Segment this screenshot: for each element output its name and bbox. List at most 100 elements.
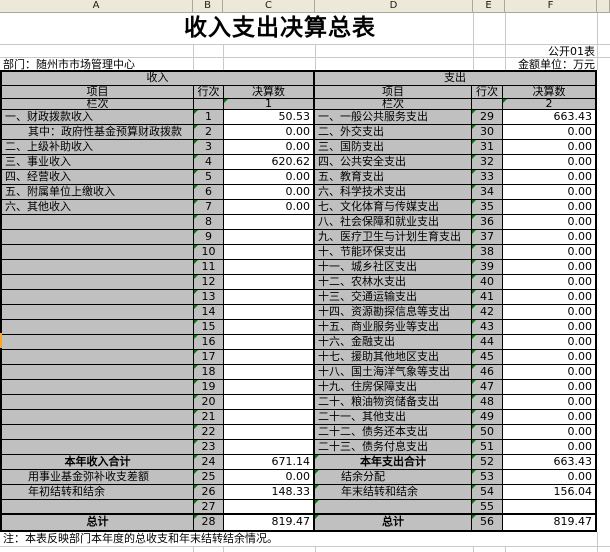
income-line-number-cell[interactable]: 15 <box>194 320 224 335</box>
income-amount-cell[interactable] <box>224 380 315 395</box>
income-item-cell[interactable] <box>2 290 194 305</box>
expense-item-cell[interactable]: 十、节能环保支出 <box>315 245 472 260</box>
expense-item-cell[interactable]: 十三、交通运输支出 <box>315 290 472 305</box>
income-amount-cell[interactable]: 671.14 <box>224 455 315 470</box>
column-header-d[interactable]: D <box>315 0 473 12</box>
income-line-number-cell[interactable]: 14 <box>194 305 224 320</box>
income-line-number-cell[interactable]: 16 <box>194 335 224 350</box>
income-item-cell[interactable] <box>2 380 194 395</box>
income-amount-cell[interactable] <box>224 425 315 440</box>
income-amount-cell[interactable] <box>224 335 315 350</box>
expense-item-cell[interactable]: 十八、国土海洋气象等支出 <box>315 365 472 380</box>
expense-amount-cell[interactable]: 0.00 <box>503 320 595 335</box>
expense-line-number-cell[interactable]: 36 <box>472 215 503 230</box>
income-lanci-label[interactable]: 栏次 <box>2 99 194 110</box>
expense-column-number[interactable]: 2 <box>503 99 595 110</box>
expense-item-cell[interactable]: 二、外交支出 <box>315 125 472 140</box>
income-section-header[interactable]: 收入 <box>2 72 315 86</box>
income-item-cell[interactable] <box>2 260 194 275</box>
footnote[interactable]: 注：本表反映部门本年度的总收支和年末结转结余情况。 <box>0 532 597 546</box>
income-line-number-cell[interactable]: 13 <box>194 290 224 305</box>
income-item-cell[interactable] <box>2 230 194 245</box>
expense-item-cell[interactable]: 一、一般公共服务支出 <box>315 110 472 125</box>
expense-line-column-label[interactable]: 行次 <box>472 86 503 99</box>
expense-line-number-cell[interactable]: 30 <box>472 125 503 140</box>
income-amount-cell[interactable]: 819.47 <box>224 515 315 530</box>
income-amount-cell[interactable] <box>224 305 315 320</box>
expense-line-number-cell[interactable]: 33 <box>472 170 503 185</box>
income-line-number-cell[interactable]: 27 <box>194 500 224 515</box>
expense-line-number-cell[interactable]: 50 <box>472 425 503 440</box>
income-line-number-cell[interactable]: 20 <box>194 395 224 410</box>
income-amount-cell[interactable] <box>224 290 315 305</box>
column-header-f[interactable]: F <box>505 0 597 12</box>
expense-item-cell[interactable]: 七、文化体育与传媒支出 <box>315 200 472 215</box>
expense-item-cell[interactable]: 二十二、债务还本支出 <box>315 425 472 440</box>
expense-amount-column-label[interactable]: 决算数 <box>503 86 595 99</box>
expense-amount-cell[interactable]: 0.00 <box>503 125 595 140</box>
income-amount-cell[interactable] <box>224 215 315 230</box>
expense-item-cell[interactable]: 二十、粮油物资储备支出 <box>315 395 472 410</box>
expense-amount-cell[interactable]: 0.00 <box>503 215 595 230</box>
income-item-cell[interactable]: 三、事业收入 <box>2 155 194 170</box>
expense-item-cell[interactable]: 五、教育支出 <box>315 170 472 185</box>
income-amount-cell[interactable]: 620.62 <box>224 155 315 170</box>
income-item-cell[interactable] <box>2 440 194 455</box>
expense-item-cell[interactable]: 十一、城乡社区支出 <box>315 260 472 275</box>
expense-item-cell[interactable]: 十五、商业服务业等支出 <box>315 320 472 335</box>
income-amount-cell[interactable] <box>224 350 315 365</box>
expense-item-cell[interactable] <box>315 500 472 515</box>
column-header-b[interactable]: B <box>193 0 223 12</box>
expense-amount-cell[interactable]: 819.47 <box>503 515 595 530</box>
income-amount-cell[interactable]: 0.00 <box>224 470 315 485</box>
income-item-cell[interactable] <box>2 245 194 260</box>
expense-amount-cell[interactable]: 0.00 <box>503 365 595 380</box>
expense-line-number-cell[interactable]: 46 <box>472 365 503 380</box>
expense-line-number-cell[interactable]: 32 <box>472 155 503 170</box>
expense-item-column-label[interactable]: 项目 <box>315 86 472 99</box>
income-line-number-cell[interactable]: 11 <box>194 260 224 275</box>
expense-line-number-cell[interactable]: 48 <box>472 395 503 410</box>
expense-line-number-cell[interactable]: 45 <box>472 350 503 365</box>
expense-amount-cell[interactable]: 0.00 <box>503 305 595 320</box>
expense-line-number-cell[interactable]: 42 <box>472 305 503 320</box>
income-item-cell[interactable]: 用事业基金弥补收支差额 <box>2 470 194 485</box>
expense-amount-cell[interactable]: 0.00 <box>503 440 595 455</box>
expense-item-cell[interactable]: 十六、金融支出 <box>315 335 472 350</box>
income-line-number-cell[interactable]: 7 <box>194 200 224 215</box>
income-line-number-cell[interactable]: 22 <box>194 425 224 440</box>
expense-line-number-cell[interactable]: 47 <box>472 380 503 395</box>
expense-item-cell[interactable]: 三、国防支出 <box>315 140 472 155</box>
income-amount-cell[interactable]: 50.53 <box>224 110 315 125</box>
expense-amount-cell[interactable]: 0.00 <box>503 335 595 350</box>
expense-amount-cell[interactable]: 0.00 <box>503 410 595 425</box>
income-item-cell[interactable] <box>2 275 194 290</box>
column-header-c[interactable]: C <box>223 0 315 12</box>
expense-item-cell[interactable]: 本年支出合计 <box>315 455 472 470</box>
income-amount-column-label[interactable]: 决算数 <box>224 86 315 99</box>
expense-line-number-cell[interactable]: 31 <box>472 140 503 155</box>
income-line-number-cell[interactable]: 1 <box>194 110 224 125</box>
expense-line-number-cell[interactable]: 38 <box>472 245 503 260</box>
expense-line-number-cell[interactable]: 37 <box>472 230 503 245</box>
expense-amount-cell[interactable]: 0.00 <box>503 290 595 305</box>
expense-amount-cell[interactable]: 0.00 <box>503 155 595 170</box>
expense-lanci-line-cell[interactable] <box>472 99 503 110</box>
sheet-title[interactable]: 收入支出决算总表 <box>0 13 560 44</box>
expense-item-cell[interactable]: 十七、援助其他地区支出 <box>315 350 472 365</box>
expense-lanci-label[interactable]: 栏次 <box>315 99 472 110</box>
income-item-column-label[interactable]: 项目 <box>2 86 194 99</box>
income-item-cell[interactable]: 总计 <box>2 515 194 530</box>
expense-line-number-cell[interactable]: 55 <box>472 500 503 515</box>
income-item-cell[interactable] <box>2 320 194 335</box>
expense-item-cell[interactable]: 十四、资源勘探信息等支出 <box>315 305 472 320</box>
income-line-number-cell[interactable]: 2 <box>194 125 224 140</box>
expense-line-number-cell[interactable]: 56 <box>472 515 503 530</box>
expense-line-number-cell[interactable]: 54 <box>472 485 503 500</box>
income-amount-cell[interactable] <box>224 500 315 515</box>
income-amount-cell[interactable] <box>224 230 315 245</box>
expense-line-number-cell[interactable]: 52 <box>472 455 503 470</box>
income-line-number-cell[interactable]: 17 <box>194 350 224 365</box>
income-amount-cell[interactable]: 148.33 <box>224 485 315 500</box>
expense-item-cell[interactable]: 八、社会保障和就业支出 <box>315 215 472 230</box>
